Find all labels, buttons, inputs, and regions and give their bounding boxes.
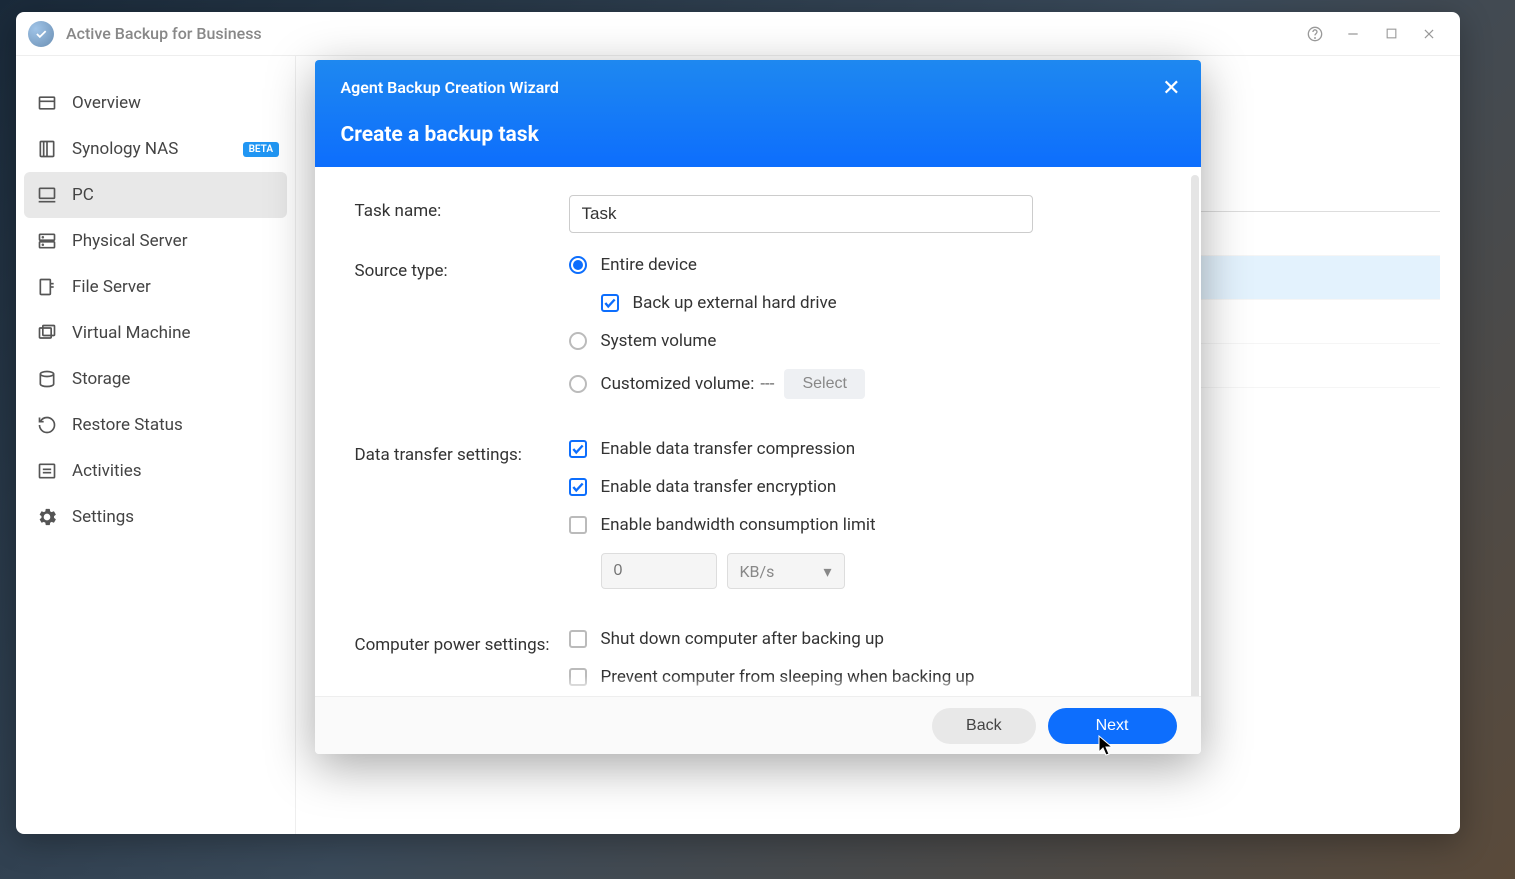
backup-wizard-modal: Agent Backup Creation Wizard Create a ba… bbox=[315, 60, 1201, 754]
modal-body: Task name: Source type: Entire device Ba… bbox=[315, 167, 1201, 696]
sidebar-item-label: Overview bbox=[72, 93, 141, 113]
modal-footer: Back Next bbox=[315, 696, 1201, 754]
sidebar-item-label: File Server bbox=[72, 277, 151, 297]
app-title: Active Backup for Business bbox=[66, 24, 262, 43]
modal-subtitle: Create a backup task bbox=[341, 123, 1175, 147]
next-button[interactable]: Next bbox=[1048, 708, 1177, 744]
modal-title: Agent Backup Creation Wizard bbox=[341, 78, 1175, 97]
checkbox-icon bbox=[601, 294, 619, 312]
server-icon bbox=[36, 230, 58, 252]
close-icon[interactable]: ✕ bbox=[1162, 76, 1180, 101]
source-type-label: Source type: bbox=[355, 255, 569, 281]
pc-icon bbox=[36, 184, 58, 206]
sidebar-item-overview[interactable]: Overview bbox=[24, 80, 287, 126]
checkbox-compression[interactable]: Enable data transfer compression bbox=[569, 439, 1161, 459]
sidebar-item-label: Physical Server bbox=[72, 231, 187, 251]
sidebar-item-virtual-machine[interactable]: Virtual Machine bbox=[24, 310, 287, 356]
vm-icon bbox=[36, 322, 58, 344]
minimize-button[interactable] bbox=[1334, 15, 1372, 53]
beta-badge: BETA bbox=[243, 142, 279, 157]
bandwidth-unit-select: KB/s ▾ bbox=[727, 553, 845, 589]
fileserver-icon bbox=[36, 276, 58, 298]
nas-icon bbox=[36, 138, 58, 160]
radio-customized-volume[interactable]: Customized volume: --- Select bbox=[569, 369, 1161, 399]
task-name-input[interactable] bbox=[569, 195, 1033, 233]
gear-icon bbox=[36, 506, 58, 528]
task-name-label: Task name: bbox=[355, 195, 569, 221]
checkbox-backup-external[interactable]: Back up external hard drive bbox=[601, 293, 1161, 313]
scrollbar[interactable] bbox=[1191, 175, 1199, 696]
chevron-down-icon: ▾ bbox=[823, 562, 831, 581]
sidebar-item-label: Virtual Machine bbox=[72, 323, 191, 343]
radio-icon bbox=[569, 256, 587, 274]
sidebar-item-restore-status[interactable]: Restore Status bbox=[24, 402, 287, 448]
sidebar-item-label: Restore Status bbox=[72, 415, 183, 435]
checkbox-icon bbox=[569, 440, 587, 458]
maximize-button[interactable] bbox=[1372, 15, 1410, 53]
sidebar-item-synology-nas[interactable]: Synology NAS BETA bbox=[24, 126, 287, 172]
checkbox-icon bbox=[569, 668, 587, 686]
close-button[interactable] bbox=[1410, 15, 1448, 53]
titlebar: Active Backup for Business bbox=[16, 12, 1460, 56]
sidebar-item-settings[interactable]: Settings bbox=[24, 494, 287, 540]
sidebar-item-label: Settings bbox=[72, 507, 134, 527]
data-transfer-label: Data transfer settings: bbox=[355, 439, 569, 465]
checkbox-encryption[interactable]: Enable data transfer encryption bbox=[569, 477, 1161, 497]
checkbox-prevent-sleep[interactable]: Prevent computer from sleeping when back… bbox=[569, 667, 1161, 687]
radio-icon bbox=[569, 332, 587, 350]
app-icon bbox=[28, 21, 54, 47]
overview-icon bbox=[36, 92, 58, 114]
sidebar-item-label: PC bbox=[72, 185, 94, 205]
storage-icon bbox=[36, 368, 58, 390]
sidebar-item-label: Storage bbox=[72, 369, 130, 389]
back-button[interactable]: Back bbox=[932, 708, 1036, 744]
select-volume-button[interactable]: Select bbox=[784, 369, 864, 399]
radio-icon bbox=[569, 375, 587, 393]
bandwidth-input bbox=[601, 553, 717, 589]
restore-icon bbox=[36, 414, 58, 436]
activities-icon bbox=[36, 460, 58, 482]
help-button[interactable] bbox=[1296, 15, 1334, 53]
radio-system-volume[interactable]: System volume bbox=[569, 331, 1161, 351]
checkbox-shutdown-after[interactable]: Shut down computer after backing up bbox=[569, 629, 1161, 649]
sidebar-item-physical-server[interactable]: Physical Server bbox=[24, 218, 287, 264]
sidebar-item-file-server[interactable]: File Server bbox=[24, 264, 287, 310]
sidebar: Overview Synology NAS BETA PC Physical S… bbox=[16, 56, 296, 834]
checkbox-bandwidth-limit[interactable]: Enable bandwidth consumption limit bbox=[569, 515, 1161, 535]
checkbox-icon bbox=[569, 630, 587, 648]
sidebar-item-label: Synology NAS bbox=[72, 139, 178, 159]
radio-entire-device[interactable]: Entire device bbox=[569, 255, 1161, 275]
modal-header: Agent Backup Creation Wizard Create a ba… bbox=[315, 60, 1201, 167]
checkbox-icon bbox=[569, 516, 587, 534]
sidebar-item-storage[interactable]: Storage bbox=[24, 356, 287, 402]
sidebar-item-activities[interactable]: Activities bbox=[24, 448, 287, 494]
sidebar-item-label: Activities bbox=[72, 461, 142, 481]
power-settings-label: Computer power settings: bbox=[355, 629, 569, 655]
sidebar-item-pc[interactable]: PC bbox=[24, 172, 287, 218]
checkbox-icon bbox=[569, 478, 587, 496]
